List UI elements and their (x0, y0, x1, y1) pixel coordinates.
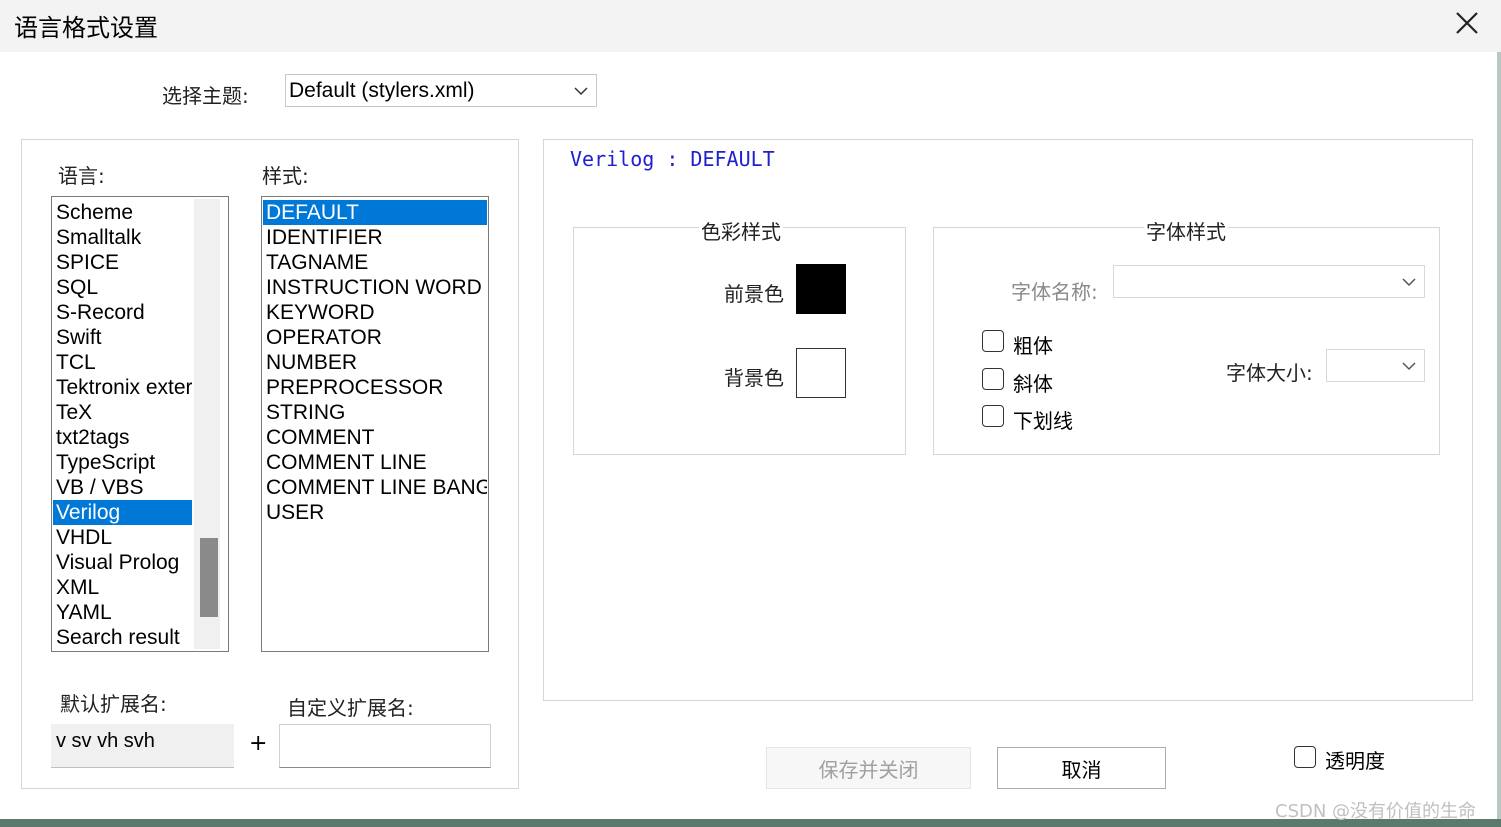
language-list-item[interactable]: SQL (53, 275, 192, 300)
save-close-button[interactable]: 保存并关闭 (766, 747, 971, 789)
style-list-item[interactable]: INSTRUCTION WORD (263, 275, 487, 300)
background-label: 背景色 (724, 366, 784, 390)
style-list-item[interactable]: TAGNAME (263, 250, 487, 275)
window-edge (1497, 52, 1501, 822)
chevron-down-icon (574, 86, 588, 95)
font-style-group (933, 227, 1440, 455)
custom-ext-input[interactable] (279, 724, 491, 768)
bold-checkbox[interactable] (982, 330, 1004, 352)
window-title: 语言格式设置 (14, 14, 158, 42)
theme-select[interactable]: Default (stylers.xml) (285, 74, 597, 107)
style-list-item[interactable]: COMMENT LINE BANG (263, 475, 487, 500)
title-bar (0, 0, 1501, 53)
language-list-item[interactable]: Swift (53, 325, 192, 350)
cancel-button[interactable]: 取消 (997, 747, 1166, 789)
language-list-item[interactable]: Visual Prolog (53, 550, 192, 575)
style-list-item[interactable]: PREPROCESSOR (263, 375, 487, 400)
italic-checkbox[interactable] (982, 368, 1004, 390)
style-list-item[interactable]: KEYWORD (263, 300, 487, 325)
language-list-item[interactable]: txt2tags (53, 425, 192, 450)
style-list-items: DEFAULT IDENTIFIER TAGNAME INSTRUCTION WORD… (263, 200, 487, 525)
style-list-item[interactable]: USER (263, 500, 487, 525)
foreground-color-swatch[interactable] (796, 264, 846, 314)
foreground-label: 前景色 (724, 282, 784, 306)
style-list[interactable]: DEFAULT IDENTIFIER TAGNAME INSTRUCTION WORD… (261, 196, 489, 652)
default-ext-field: v sv vh svh (51, 724, 234, 768)
language-list-item[interactable]: S-Record (53, 300, 192, 325)
style-preview: Verilog : DEFAULT (570, 147, 775, 171)
font-size-select[interactable] (1326, 349, 1425, 382)
chevron-down-icon (1402, 361, 1416, 370)
language-list-item[interactable]: SPICE (53, 250, 192, 275)
theme-select-value: Default (stylers.xml) (289, 78, 475, 102)
theme-label: 选择主题: (162, 84, 249, 108)
language-list-items: Scheme Smalltalk SPICE SQL S-Record Swift TCL T… (53, 200, 192, 650)
font-size-label: 字体大小: (1226, 361, 1313, 385)
close-icon (1456, 12, 1478, 34)
language-list-item[interactable]: Scheme (53, 200, 192, 225)
underline-checkbox[interactable] (982, 405, 1004, 427)
default-ext-label: 默认扩展名: (60, 692, 167, 716)
style-list-item[interactable]: IDENTIFIER (263, 225, 487, 250)
close-button[interactable] (1442, 0, 1492, 46)
language-list-item[interactable]: TCL (53, 350, 192, 375)
font-name-label: 字体名称: (1011, 280, 1098, 304)
language-list-item[interactable]: TypeScript (53, 450, 192, 475)
language-list-item[interactable]: VHDL (53, 525, 192, 550)
font-style-title: 字体样式 (1144, 216, 1228, 245)
watermark: CSDN @没有价值的生命 (1275, 801, 1477, 822)
style-list-item[interactable]: COMMENT (263, 425, 487, 450)
language-list[interactable]: Scheme Smalltalk SPICE SQL S-Record Swift TCL T… (51, 196, 229, 652)
language-label: 语言: (58, 164, 105, 188)
style-list-item[interactable]: NUMBER (263, 350, 487, 375)
chevron-down-icon (1402, 277, 1416, 286)
style-list-item[interactable]: COMMENT LINE (263, 450, 487, 475)
language-list-item[interactable]: Smalltalk (53, 225, 192, 250)
color-style-group (573, 227, 906, 455)
language-list-item[interactable]: VB / VBS (53, 475, 192, 500)
style-list-item[interactable]: OPERATOR (263, 325, 487, 350)
language-list-item[interactable]: Search result (53, 625, 192, 650)
language-list-item[interactable]: XML (53, 575, 192, 600)
transparency-label: 透明度 (1325, 749, 1385, 773)
font-name-select[interactable] (1113, 265, 1425, 298)
color-style-title: 色彩样式 (699, 216, 783, 245)
italic-label: 斜体 (1013, 372, 1053, 396)
style-list-item[interactable]: DEFAULT (263, 200, 487, 225)
language-scrollbar[interactable] (194, 199, 220, 649)
transparency-checkbox[interactable] (1294, 746, 1316, 768)
underline-label: 下划线 (1013, 409, 1073, 433)
custom-ext-label: 自定义扩展名: (287, 696, 414, 720)
language-scrollbar-thumb[interactable] (200, 538, 218, 617)
style-label: 样式: (262, 164, 309, 188)
bold-label: 粗体 (1013, 334, 1053, 358)
style-list-item[interactable]: STRING (263, 400, 487, 425)
language-list-item[interactable]: Verilog (53, 500, 192, 525)
language-list-item[interactable]: TeX (53, 400, 192, 425)
background-color-swatch[interactable] (796, 348, 846, 398)
preview-background (773, 148, 895, 168)
language-list-item[interactable]: YAML (53, 600, 192, 625)
language-list-item[interactable]: Tektronix exter (53, 375, 192, 400)
plus-sign: + (249, 731, 268, 756)
